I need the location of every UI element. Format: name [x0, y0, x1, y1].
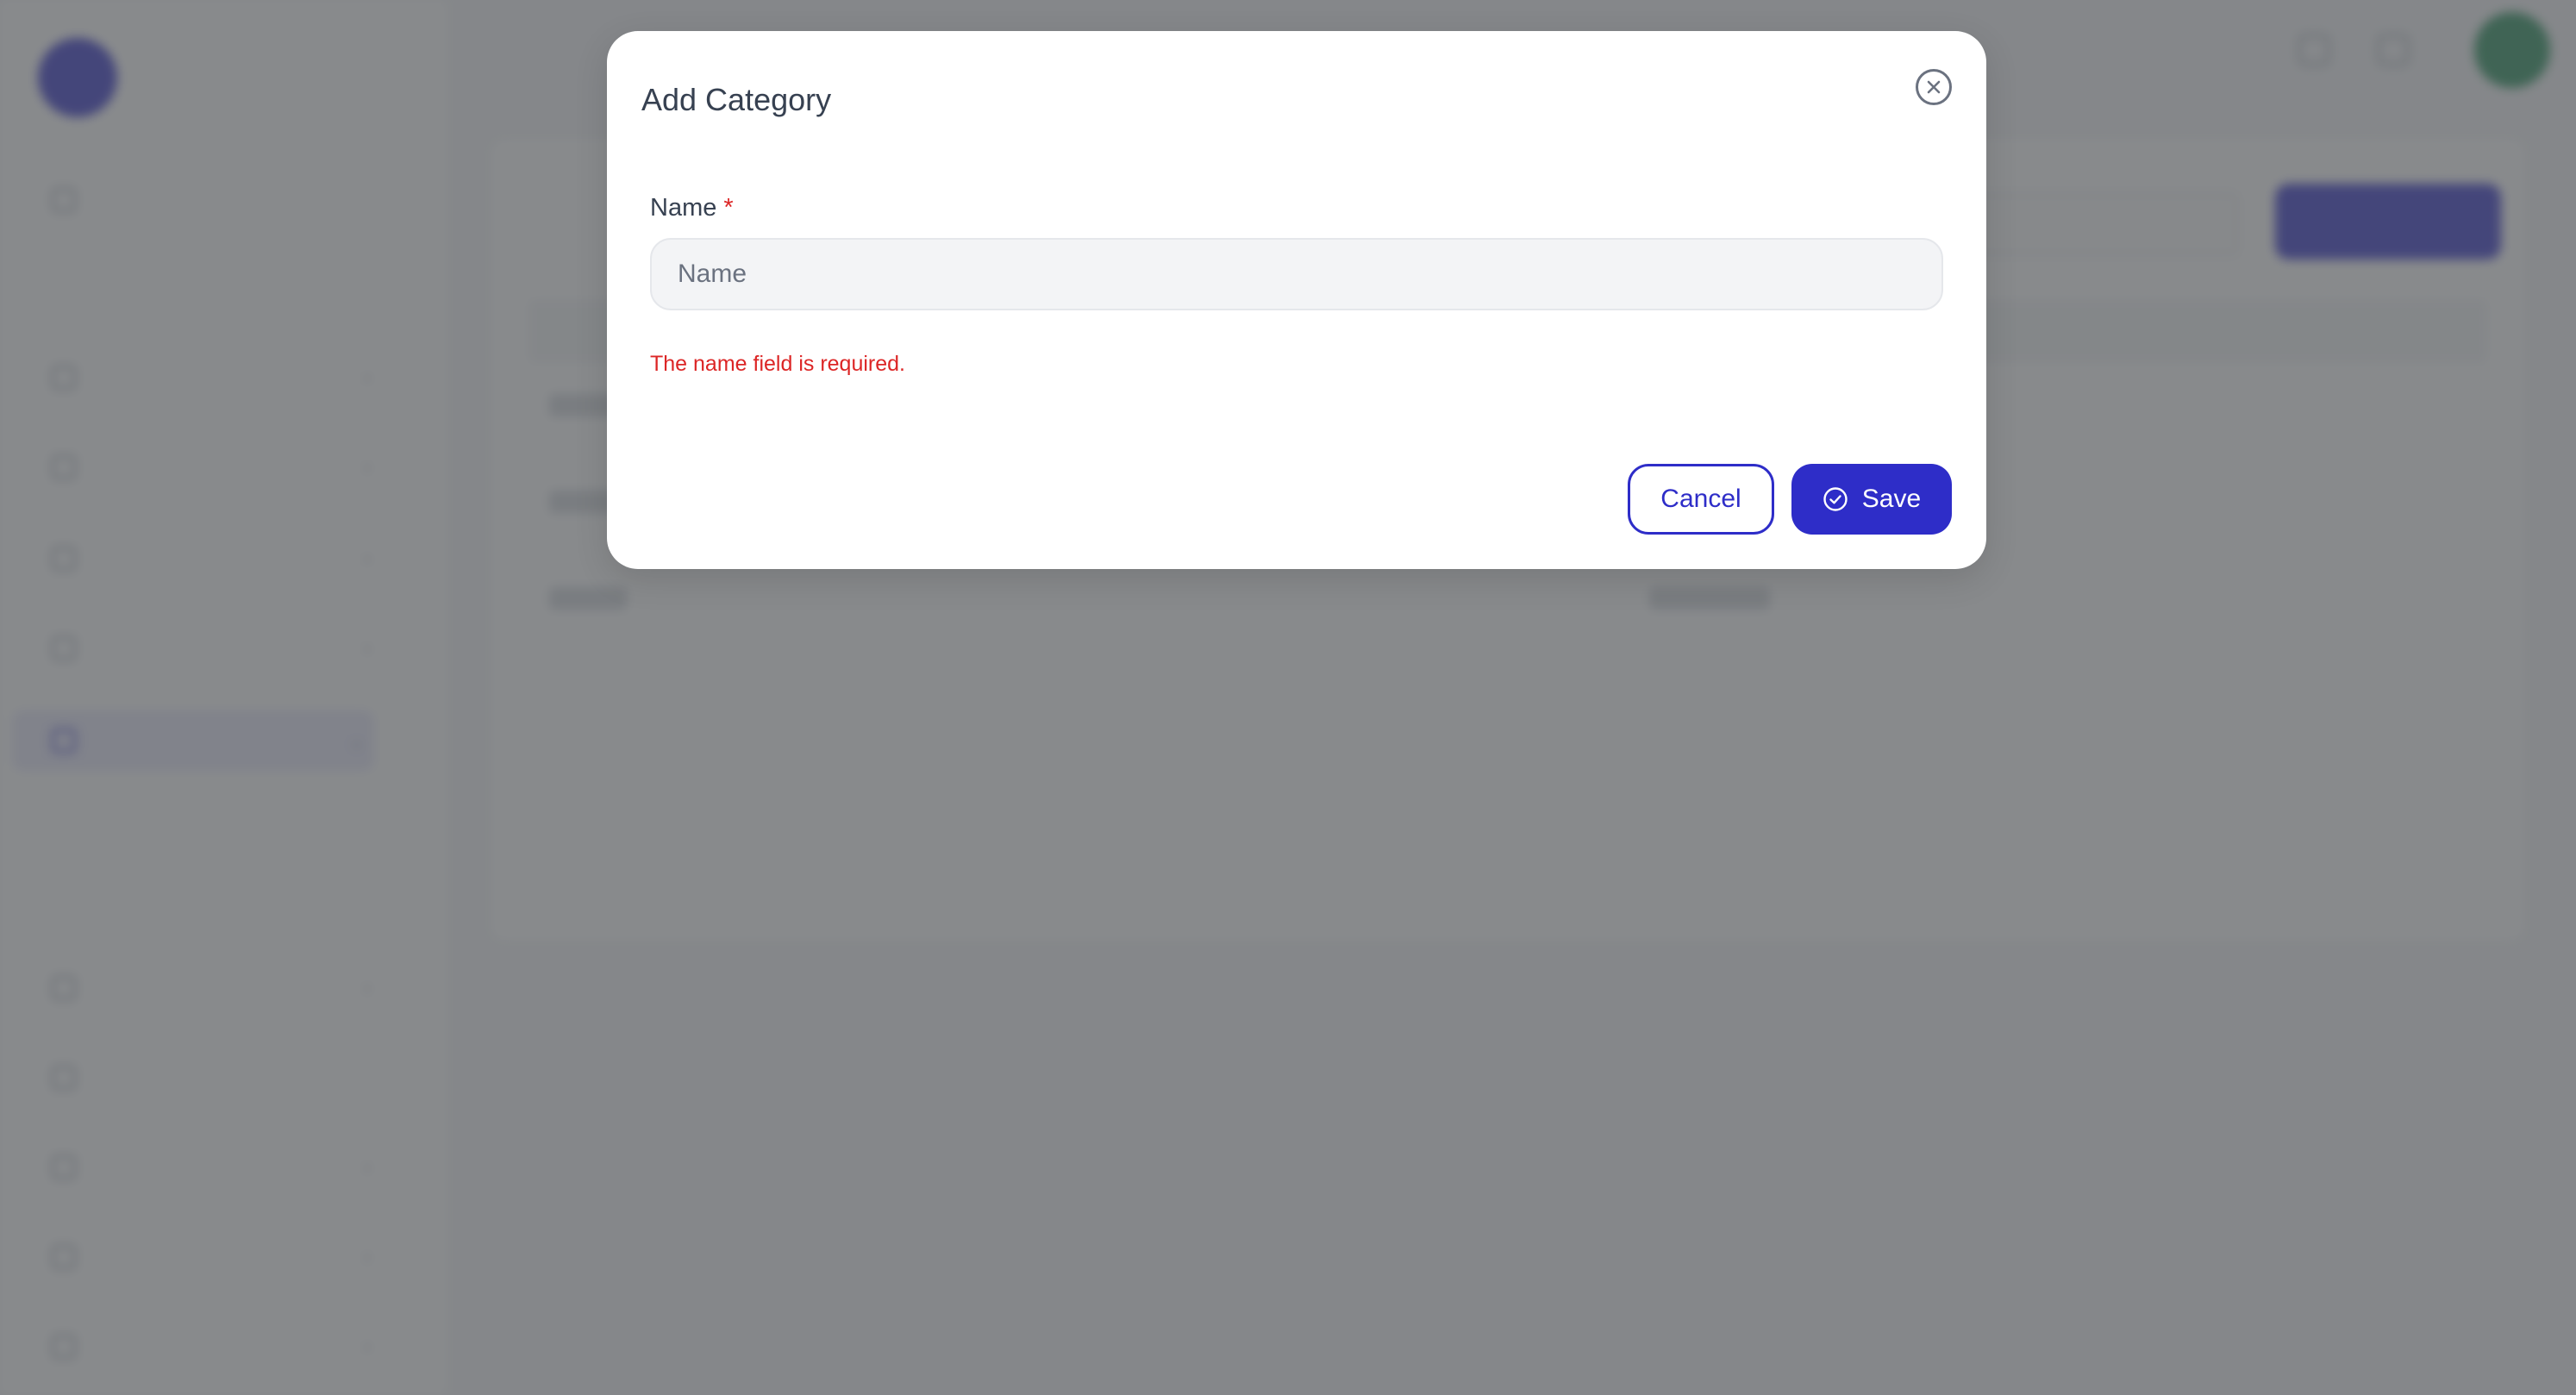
name-error-message: The name field is required.: [650, 352, 905, 376]
save-button-label: Save: [1861, 485, 1922, 513]
check-circle-icon: [1823, 486, 1848, 512]
cancel-button-label: Cancel: [1660, 485, 1741, 513]
name-field-label: Name *: [650, 193, 734, 223]
save-button[interactable]: Save: [1791, 464, 1952, 535]
name-label-text: Name: [650, 194, 717, 222]
add-category-modal: Add Category Name* The name field is req…: [607, 31, 1986, 569]
name-input[interactable]: [650, 238, 1943, 310]
required-marker: *: [723, 194, 734, 222]
close-x-glyph: [1927, 80, 1941, 94]
modal-title: Add Category: [641, 82, 832, 117]
close-icon[interactable]: [1916, 69, 1952, 105]
cancel-button[interactable]: Cancel: [1628, 464, 1774, 535]
